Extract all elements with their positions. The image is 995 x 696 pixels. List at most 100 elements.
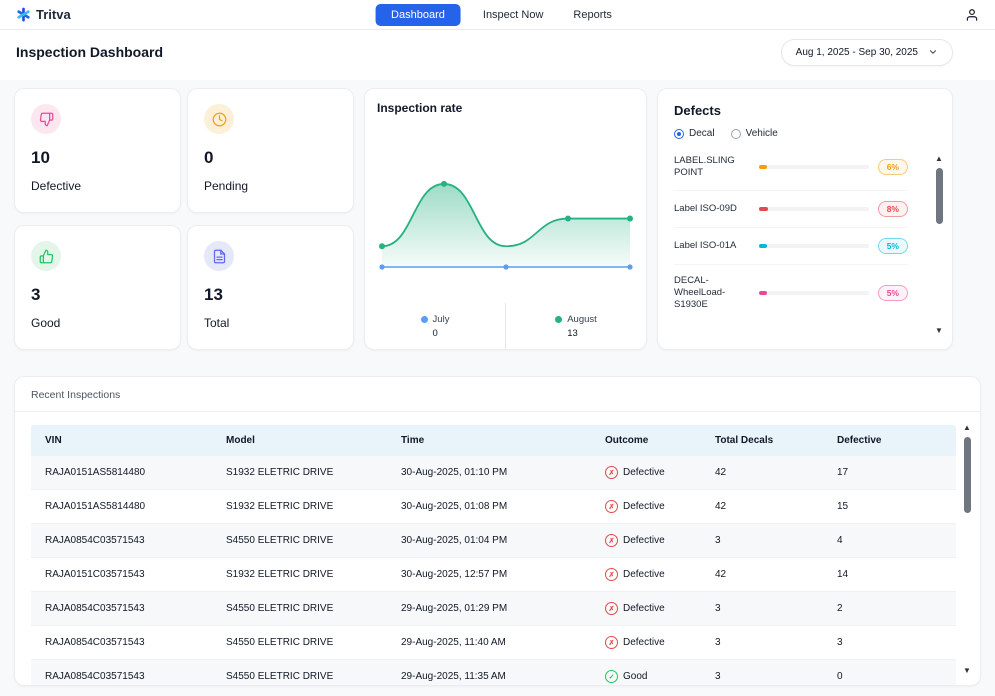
radio-icon <box>731 129 741 139</box>
defects-scrollbar[interactable]: ▲ ▼ <box>934 155 944 335</box>
total-decals-cell: 42 <box>701 569 823 580</box>
model-cell: S4550 ELETRIC DRIVE <box>212 603 387 614</box>
outcome-cell: ✗ Defective <box>591 534 701 547</box>
clock-icon <box>204 104 234 134</box>
defect-bar-fill <box>759 291 767 295</box>
table-scrollbar[interactable]: ▲ ▼ <box>962 424 972 675</box>
time-cell: 30-Aug-2025, 01:10 PM <box>387 467 591 478</box>
main-content: 10 Defective 0 Pending 3 G <box>0 80 995 686</box>
nav-item-reports[interactable]: Reports <box>565 5 620 25</box>
col-header-outcome: Outcome <box>591 435 701 446</box>
defects-card: Defects Decal Vehicle LABEL.SLING POINT … <box>657 88 953 350</box>
outcome-status-icon: ✗ <box>605 466 618 479</box>
legend-dot-august <box>555 316 562 323</box>
vin-cell: RAJA0854C03571543 <box>31 637 212 648</box>
brand[interactable]: Tritva <box>16 7 71 22</box>
stat-card-good: 3 Good <box>14 225 181 350</box>
defect-label: LABEL.SLING POINT <box>674 155 750 180</box>
legend-entry-august: August 13 <box>555 314 597 339</box>
time-cell: 30-Aug-2025, 01:04 PM <box>387 535 591 546</box>
legend-label: July <box>433 314 450 325</box>
radio-label: Vehicle <box>746 128 778 139</box>
table-row[interactable]: RAJA0854C03571543 S4550 ELETRIC DRIVE 29… <box>31 625 956 659</box>
legend-label: August <box>567 314 597 325</box>
stat-label: Total <box>204 316 337 330</box>
table-row[interactable]: RAJA0151AS5814480 S1932 ELETRIC DRIVE 30… <box>31 489 956 523</box>
defect-bar-track <box>759 207 869 211</box>
outcome-status-icon: ✗ <box>605 534 618 547</box>
defective-count-cell: 14 <box>823 569 933 580</box>
radio-decal[interactable]: Decal <box>674 128 715 139</box>
radio-vehicle[interactable]: Vehicle <box>731 128 778 139</box>
stat-value: 10 <box>31 148 164 168</box>
scroll-up-arrow[interactable]: ▲ <box>963 424 971 432</box>
stat-label: Good <box>31 316 164 330</box>
time-cell: 30-Aug-2025, 12:57 PM <box>387 569 591 580</box>
defect-item[interactable]: LABEL.SLING POINT 6% <box>674 145 908 191</box>
scroll-up-arrow[interactable]: ▲ <box>935 155 943 163</box>
user-icon[interactable] <box>965 8 979 22</box>
table-row[interactable]: RAJA0151AS5814480 S1932 ELETRIC DRIVE 30… <box>31 455 956 489</box>
defect-item[interactable]: Label ISO-01A 5% <box>674 228 908 265</box>
legend-total: 0 <box>421 328 450 339</box>
model-cell: S1932 ELETRIC DRIVE <box>212 501 387 512</box>
table-row[interactable]: RAJA0151C03571543 S1932 ELETRIC DRIVE 30… <box>31 557 956 591</box>
time-cell: 29-Aug-2025, 11:40 AM <box>387 637 591 648</box>
total-decals-cell: 3 <box>701 535 823 546</box>
date-range-label: Aug 1, 2025 - Sep 30, 2025 <box>796 47 918 58</box>
outcome-cell: ✓ Good <box>591 670 701 683</box>
model-cell: S4550 ELETRIC DRIVE <box>212 671 387 682</box>
radio-icon <box>674 129 684 139</box>
outcome-label: Defective <box>623 569 665 580</box>
table-row[interactable]: RAJA0854C03571543 S4550 ELETRIC DRIVE 29… <box>31 659 956 686</box>
table-row[interactable]: RAJA0854C03571543 S4550 ELETRIC DRIVE 30… <box>31 523 956 557</box>
total-decals-cell: 42 <box>701 467 823 478</box>
vin-cell: RAJA0151C03571543 <box>31 569 212 580</box>
outcome-status-icon: ✓ <box>605 670 618 683</box>
defective-count-cell: 15 <box>823 501 933 512</box>
inspections-table: VIN Model Time Outcome Total Decals Defe… <box>31 425 956 686</box>
stat-value: 0 <box>204 148 337 168</box>
defects-filters: Decal Vehicle <box>674 128 936 139</box>
nav-item-dashboard[interactable]: Dashboard <box>375 4 461 26</box>
col-header-total-decals: Total Decals <box>701 435 823 446</box>
model-cell: S4550 ELETRIC DRIVE <box>212 637 387 648</box>
col-header-time: Time <box>387 435 591 446</box>
defect-bar-fill <box>759 207 768 211</box>
defect-item[interactable]: DECAL-WheelLoad-S1930E 5% <box>674 265 908 322</box>
vin-cell: RAJA0151AS5814480 <box>31 467 212 478</box>
radio-label: Decal <box>689 128 715 139</box>
stats-grid: 10 Defective 0 Pending 3 G <box>14 88 354 350</box>
stat-card-total: 13 Total <box>187 225 354 350</box>
defect-bar-track <box>759 291 869 295</box>
table-row[interactable]: RAJA0854C03571543 S4550 ELETRIC DRIVE 29… <box>31 591 956 625</box>
inspection-rate-chart <box>377 167 635 279</box>
time-cell: 29-Aug-2025, 01:29 PM <box>387 603 591 614</box>
page-header: Inspection Dashboard Aug 1, 2025 - Sep 3… <box>0 30 995 80</box>
model-cell: S1932 ELETRIC DRIVE <box>212 467 387 478</box>
outcome-cell: ✗ Defective <box>591 500 701 513</box>
date-range-picker[interactable]: Aug 1, 2025 - Sep 30, 2025 <box>781 39 953 66</box>
outcome-label: Defective <box>623 467 665 478</box>
scroll-down-arrow[interactable]: ▼ <box>935 327 943 335</box>
model-cell: S1932 ELETRIC DRIVE <box>212 569 387 580</box>
defect-item[interactable]: Label ISO-09D 8% <box>674 191 908 228</box>
scrollbar-thumb[interactable] <box>936 168 943 224</box>
brand-name: Tritva <box>36 7 71 22</box>
scrollbar-thumb[interactable] <box>964 437 971 513</box>
outcome-cell: ✗ Defective <box>591 602 701 615</box>
stat-card-defective: 10 Defective <box>14 88 181 213</box>
top-navbar: Tritva Dashboard Inspect Now Reports <box>0 0 995 30</box>
scroll-down-arrow[interactable]: ▼ <box>963 667 971 675</box>
chart-legend: July 0 August 13 <box>365 303 646 349</box>
time-cell: 29-Aug-2025, 11:35 AM <box>387 671 591 682</box>
total-decals-cell: 3 <box>701 637 823 648</box>
defective-count-cell: 0 <box>823 671 933 682</box>
nav-item-inspect-now[interactable]: Inspect Now <box>475 5 552 25</box>
vin-cell: RAJA0854C03571543 <box>31 671 212 682</box>
defects-title: Defects <box>674 103 936 118</box>
outcome-status-icon: ✗ <box>605 602 618 615</box>
defect-label: Label ISO-01A <box>674 240 750 252</box>
legend-dot-july <box>421 316 428 323</box>
defect-percent-badge: 6% <box>878 159 908 175</box>
